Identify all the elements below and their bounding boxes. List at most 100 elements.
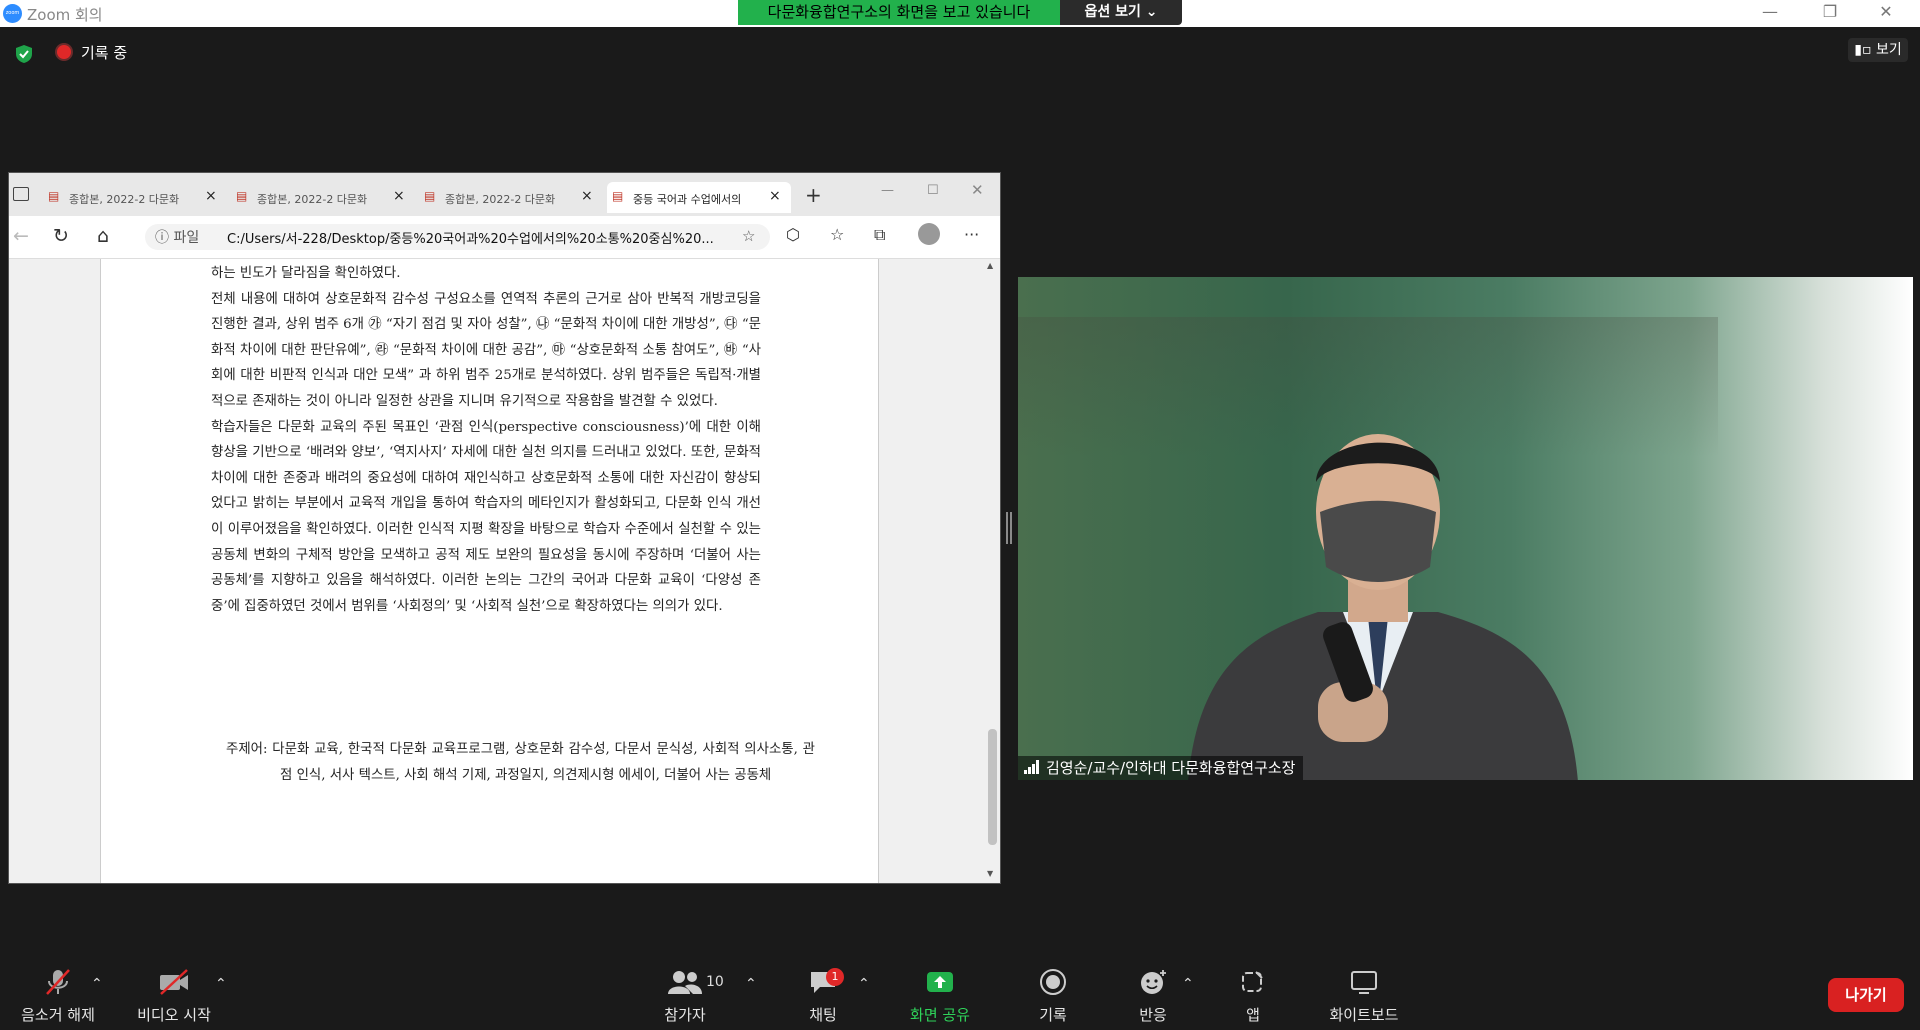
apps-button[interactable]: 앱 <box>1230 968 1276 1025</box>
participants-button[interactable]: 참가자 <box>660 968 710 1025</box>
url-text: C:/Users/서-228/Desktop/중등%20국어과%20수업에서의%… <box>227 232 714 247</box>
browser-close-button[interactable]: ✕ <box>971 181 984 199</box>
browser-tab-1[interactable]: ▤ 종합본, 2022-2 다문화 × <box>43 182 227 213</box>
share-screen-icon <box>927 972 953 992</box>
record-button[interactable]: 기록 <box>1030 968 1076 1025</box>
browser-tab-3[interactable]: ▤ 종합본, 2022-2 다문화 × <box>419 182 603 213</box>
tab-close-icon[interactable]: × <box>393 188 405 204</box>
browser-tab-strip: ▤ 종합본, 2022-2 다문화 × ▤ 종합본, 2022-2 다문화 × … <box>9 173 1000 216</box>
reactions-label: 반응 <box>1139 1006 1167 1024</box>
chat-options-caret-icon[interactable]: ⌃ <box>858 976 870 992</box>
info-icon: ⓘ 파일 <box>155 230 200 246</box>
view-layout-label: 보기 <box>1875 42 1902 58</box>
favorites-icon[interactable]: ☆ <box>830 225 844 244</box>
tab-actions-icon[interactable] <box>13 187 29 201</box>
pdf-file-icon: ▤ <box>612 189 624 203</box>
vertical-scrollbar[interactable]: ▲ ▼ <box>984 259 1000 883</box>
start-video-button[interactable]: 비디오 시작 <box>130 968 218 1025</box>
more-options-icon[interactable]: ··· <box>964 225 979 244</box>
scroll-up-icon[interactable]: ▲ <box>987 261 993 270</box>
participant-name: 김영순/교수/인하대 다문화융합연구소장 <box>1046 759 1296 777</box>
participants-count: 10 <box>706 974 724 990</box>
tab-title: 종합본, 2022-2 다문화 <box>257 193 368 206</box>
whiteboard-label: 화이트보드 <box>1329 1006 1399 1024</box>
refresh-icon[interactable]: ↻ <box>53 225 69 247</box>
chat-unread-badge: 1 <box>826 968 844 986</box>
reactions-button[interactable]: 반응 <box>1130 968 1176 1025</box>
reactions-options-caret-icon[interactable]: ⌃ <box>1182 976 1194 992</box>
apps-icon <box>1242 971 1263 992</box>
collections-icon[interactable]: ⧉ <box>874 225 885 245</box>
participant-name-tag: 김영순/교수/인하대 다문화융합연구소장 <box>1018 756 1304 781</box>
browser-minimize-button[interactable]: — <box>881 183 894 198</box>
tab-close-icon[interactable]: × <box>581 188 593 204</box>
window-titlebar: zoom Zoom 회의 다문화융합연구소의 화면을 보고 있습니다 옵션 보기… <box>0 0 1920 27</box>
file-label: 파일 <box>173 230 200 246</box>
keywords-text: 주제어: 다문화 교육, 한국적 다문화 교육프로그램, 상호문화 감수성, 다… <box>226 742 815 783</box>
share-screen-button[interactable]: 화면 공유 <box>904 968 976 1025</box>
favorite-star-icon[interactable]: ☆ <box>742 227 755 245</box>
pdf-page: 하는 빈도가 달라짐을 확인하였다. 전체 내용에 대하여 상호문화적 감수성 … <box>100 259 879 883</box>
whiteboard-icon <box>1351 971 1377 994</box>
paragraph: 하는 빈도가 달라짐을 확인하였다. <box>211 266 401 281</box>
home-icon[interactable]: ⌂ <box>97 225 109 247</box>
participants-options-caret-icon[interactable]: ⌃ <box>745 976 757 992</box>
view-layout-button[interactable]: ▮▫ 보기 <box>1848 38 1908 62</box>
zoom-logo-icon: zoom <box>3 4 22 23</box>
browser-restore-button[interactable]: ☐ <box>927 183 939 198</box>
view-splitter-handle[interactable] <box>1005 512 1013 544</box>
scrollbar-thumb[interactable] <box>988 729 997 845</box>
pdf-viewer: 하는 빈도가 달라짐을 확인하였다. 전체 내용에 대하여 상호문화적 감수성 … <box>9 259 1000 883</box>
apps-label: 앱 <box>1246 1006 1260 1024</box>
abstract-text: 하는 빈도가 달라짐을 확인하였다. 전체 내용에 대하여 상호문화적 감수성 … <box>211 261 761 619</box>
view-layout-icon: ▮▫ <box>1854 42 1876 58</box>
browser-tab-active[interactable]: ▤ 중등 국어과 수업에서의 × <box>607 182 791 213</box>
pdf-file-icon: ▤ <box>48 189 60 203</box>
tab-title: 중등 국어과 수업에서의 <box>633 193 742 206</box>
scroll-down-icon[interactable]: ▼ <box>987 869 993 878</box>
browser-address-bar: ← ↻ ⌂ ⓘ 파일 C:/Users/서-228/Desktop/중등%20국… <box>9 216 1000 259</box>
pdf-file-icon: ▤ <box>424 189 436 203</box>
tab-title: 종합본, 2022-2 다문화 <box>69 193 180 206</box>
muted-microphone-icon <box>46 969 70 995</box>
close-button[interactable]: ✕ <box>1866 2 1906 21</box>
start-video-label: 비디오 시작 <box>137 1006 211 1024</box>
video-options-caret-icon[interactable]: ⌃ <box>215 976 227 992</box>
participant-person-image <box>1188 434 1578 780</box>
shared-browser-window: ▤ 종합본, 2022-2 다문화 × ▤ 종합본, 2022-2 다문화 × … <box>8 172 1001 884</box>
reaction-smiley-icon <box>1141 970 1166 994</box>
record-label: 기록 <box>1039 1006 1067 1024</box>
tab-close-icon[interactable]: × <box>205 188 217 204</box>
profile-avatar-icon[interactable] <box>918 223 940 245</box>
tab-close-icon[interactable]: × <box>769 188 781 204</box>
minimize-button[interactable]: — <box>1750 2 1790 21</box>
signal-strength-icon <box>1024 757 1040 781</box>
back-arrow-icon[interactable]: ← <box>13 225 29 247</box>
paragraph: 전체 내용에 대하여 상호문화적 감수성 구성요소를 연역적 추론의 근거로 삼… <box>211 291 761 409</box>
paragraph: 학습자들은 다문화 교육의 주된 목표인 ‘관점 인식(perspective … <box>211 419 761 614</box>
tab-title: 종합본, 2022-2 다문화 <box>445 193 556 206</box>
new-tab-button[interactable]: + <box>805 183 822 207</box>
chat-label: 채팅 <box>809 1006 837 1024</box>
whiteboard-button[interactable]: 화이트보드 <box>1322 968 1406 1025</box>
browser-tab-2[interactable]: ▤ 종합본, 2022-2 다문화 × <box>231 182 415 213</box>
recording-status-label: 기록 중 <box>81 44 128 62</box>
video-off-icon <box>160 969 188 995</box>
pdf-file-icon: ▤ <box>236 189 248 203</box>
security-shield-icon[interactable] <box>14 44 34 64</box>
recording-indicator-icon <box>57 45 71 59</box>
audio-options-caret-icon[interactable]: ⌃ <box>91 976 103 992</box>
window-title: Zoom 회의 <box>27 6 103 24</box>
url-field[interactable]: ⓘ 파일 C:/Users/서-228/Desktop/중등%20국어과%20수… <box>145 224 770 250</box>
record-icon <box>1040 969 1066 995</box>
unmute-button[interactable]: 음소거 해제 <box>14 968 102 1025</box>
screen-share-banner: 다문화융합연구소의 화면을 보고 있습니다 <box>738 0 1060 25</box>
extensions-icon[interactable]: ⬡ <box>786 225 800 244</box>
participants-label: 참가자 <box>664 1006 706 1024</box>
unmute-label: 음소거 해제 <box>21 1006 95 1024</box>
share-screen-label: 화면 공유 <box>910 1006 970 1024</box>
view-options-button[interactable]: 옵션 보기 ⌄ <box>1060 0 1182 25</box>
leave-meeting-button[interactable]: 나가기 <box>1828 978 1904 1012</box>
meeting-toolbar: 음소거 해제 ⌃ 비디오 시작 ⌃ 참가자 10 ⌃ 채팅 1 ⌃ 화면 공유 <box>0 952 1920 1030</box>
restore-button[interactable]: ❐ <box>1810 2 1850 21</box>
